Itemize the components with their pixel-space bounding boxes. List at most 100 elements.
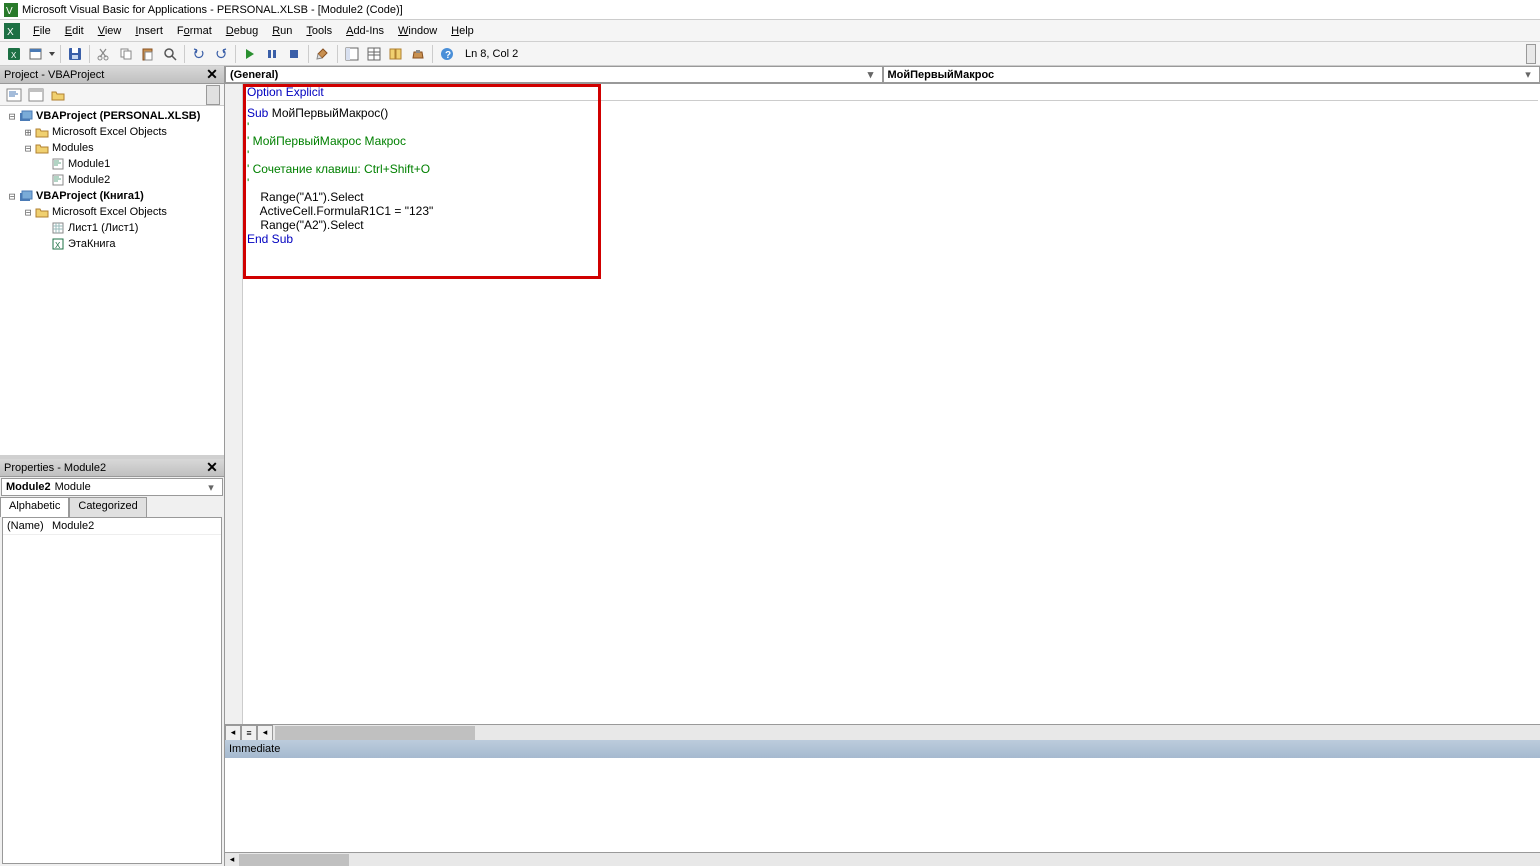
tree-excel-objects-1[interactable]: ⊞ Microsoft Excel Objects [2,124,222,140]
menubar: X File Edit View Insert Format Debug Run… [0,20,1540,42]
tree-modules-folder[interactable]: ⊟ Modules [2,140,222,156]
project-explorer-close-button[interactable]: ✕ [204,67,220,83]
module-icon [50,173,66,187]
paste-button[interactable] [138,44,158,64]
properties-grid[interactable]: (Name) Module2 [2,517,222,864]
menu-tools[interactable]: Tools [299,23,339,39]
svg-text:V: V [6,6,13,17]
object-selector-value: (General) [230,69,278,81]
immediate-window-header[interactable]: Immediate [225,740,1540,758]
svg-text:X: X [7,27,14,38]
copy-button[interactable] [116,44,136,64]
break-button[interactable] [262,44,282,64]
chevron-down-icon[interactable]: ▾ [864,68,878,81]
main-area: Project - VBAProject ✕ ⊟ VBAProject (PER… [0,66,1540,866]
property-value[interactable]: Module2 [48,518,221,534]
menu-edit[interactable]: Edit [58,23,91,39]
expander-icon[interactable]: ⊟ [6,190,18,203]
tree-label: Лист1 (Лист1) [68,222,138,234]
reset-button[interactable] [284,44,304,64]
menu-run[interactable]: Run [265,23,299,39]
project-explorer-button[interactable] [342,44,362,64]
undo-button[interactable] [189,44,209,64]
folder-icon [34,141,50,155]
menu-debug[interactable]: Debug [219,23,265,39]
code-margin[interactable] [225,84,243,724]
folder-icon [34,205,50,219]
expander-icon[interactable]: ⊟ [6,110,18,123]
chevron-down-icon[interactable]: ▾ [1521,68,1535,81]
full-module-view-button[interactable]: ≡ [241,725,257,741]
properties-object-selector[interactable]: Module2 Module ▾ [1,478,223,496]
toggle-folders-button[interactable] [48,85,68,105]
tab-alphabetic[interactable]: Alphabetic [0,497,69,517]
excel-icon[interactable]: X [4,23,20,39]
vbaproject-icon [18,189,34,203]
tree-module2[interactable]: · Module2 [2,172,222,188]
object-selector[interactable]: (General) ▾ [225,66,883,83]
procedure-selector[interactable]: МойПервыйМакрос ▾ [883,66,1540,83]
procedure-view-button[interactable]: ◂ [225,725,241,741]
property-name: (Name) [3,518,48,534]
project-toolbar-scroll[interactable] [206,85,220,105]
properties-window-header[interactable]: Properties - Module2 ✕ [0,459,224,477]
tree-sheet1[interactable]: · Лист1 (Лист1) [2,220,222,236]
code-content[interactable]: Option Explicit Sub МойПервыйМакрос() ' … [225,84,1540,249]
standard-toolbar: X ? Ln 8, Col 2 [0,42,1540,66]
svg-text:X: X [11,51,17,60]
save-button[interactable] [65,44,85,64]
project-tree[interactable]: ⊟ VBAProject (PERSONAL.XLSB) ⊞ Microsoft… [0,106,224,455]
tree-label: Module1 [68,158,110,170]
immediate-window[interactable] [225,758,1540,852]
project-explorer-header[interactable]: Project - VBAProject ✕ [0,66,224,84]
expander-icon[interactable]: ⊟ [22,142,34,155]
tree-thisworkbook[interactable]: · X ЭтаКнига [2,236,222,252]
view-object-button[interactable] [26,85,46,105]
properties-window-button[interactable] [364,44,384,64]
object-browser-button[interactable] [386,44,406,64]
design-mode-button[interactable] [313,44,333,64]
expander-icon[interactable]: ⊟ [22,206,34,219]
toolbar-combo-end[interactable] [1526,44,1536,64]
immediate-scrollbar[interactable]: ◂ [225,852,1540,866]
menu-window[interactable]: Window [391,23,444,39]
module-icon [50,157,66,171]
menu-format[interactable]: Format [170,23,219,39]
properties-window-close-button[interactable]: ✕ [204,460,220,476]
code-editor[interactable]: Option Explicit Sub МойПервыйМакрос() ' … [225,84,1540,724]
toolbox-button[interactable] [408,44,428,64]
menu-insert[interactable]: Insert [128,23,170,39]
tree-vbaproject-book1[interactable]: ⊟ VBAProject (Книга1) [2,188,222,204]
insert-userform-button[interactable] [26,44,46,64]
menu-help[interactable]: Help [444,23,481,39]
cursor-position-status: Ln 8, Col 2 [465,48,518,60]
tree-excel-objects-2[interactable]: ⊟ Microsoft Excel Objects [2,204,222,220]
redo-button[interactable] [211,44,231,64]
tree-module1[interactable]: · Module1 [2,156,222,172]
code-panel: (General) ▾ МойПервыйМакрос ▾ Option Exp… [225,66,1540,866]
view-excel-button[interactable]: X [4,44,24,64]
cut-button[interactable] [94,44,114,64]
office-assistant-button[interactable]: ? [437,44,457,64]
scroll-left-button[interactable]: ◂ [257,725,273,741]
property-row[interactable]: (Name) Module2 [3,518,221,535]
expander-icon[interactable]: ⊞ [22,126,34,139]
tree-label: Microsoft Excel Objects [52,126,167,138]
insert-dropdown[interactable] [48,44,56,64]
tree-label: Modules [52,142,94,154]
scroll-thumb[interactable] [239,854,349,866]
procedure-selector-value: МойПервыйМакрос [888,69,995,81]
menu-view[interactable]: View [91,23,129,39]
tab-categorized[interactable]: Categorized [69,497,146,517]
tree-vbaproject-personal[interactable]: ⊟ VBAProject (PERSONAL.XLSB) [2,108,222,124]
scroll-left-icon[interactable]: ◂ [225,854,239,865]
view-code-button[interactable] [4,85,24,105]
chevron-down-icon[interactable]: ▾ [204,481,218,494]
run-button[interactable] [240,44,260,64]
vbaproject-icon [18,109,34,123]
menu-file[interactable]: File [26,23,58,39]
menu-addins[interactable]: Add-Ins [339,23,391,39]
tree-label: VBAProject (Книга1) [36,190,144,202]
horizontal-scroll-thumb[interactable] [275,726,475,740]
find-button[interactable] [160,44,180,64]
